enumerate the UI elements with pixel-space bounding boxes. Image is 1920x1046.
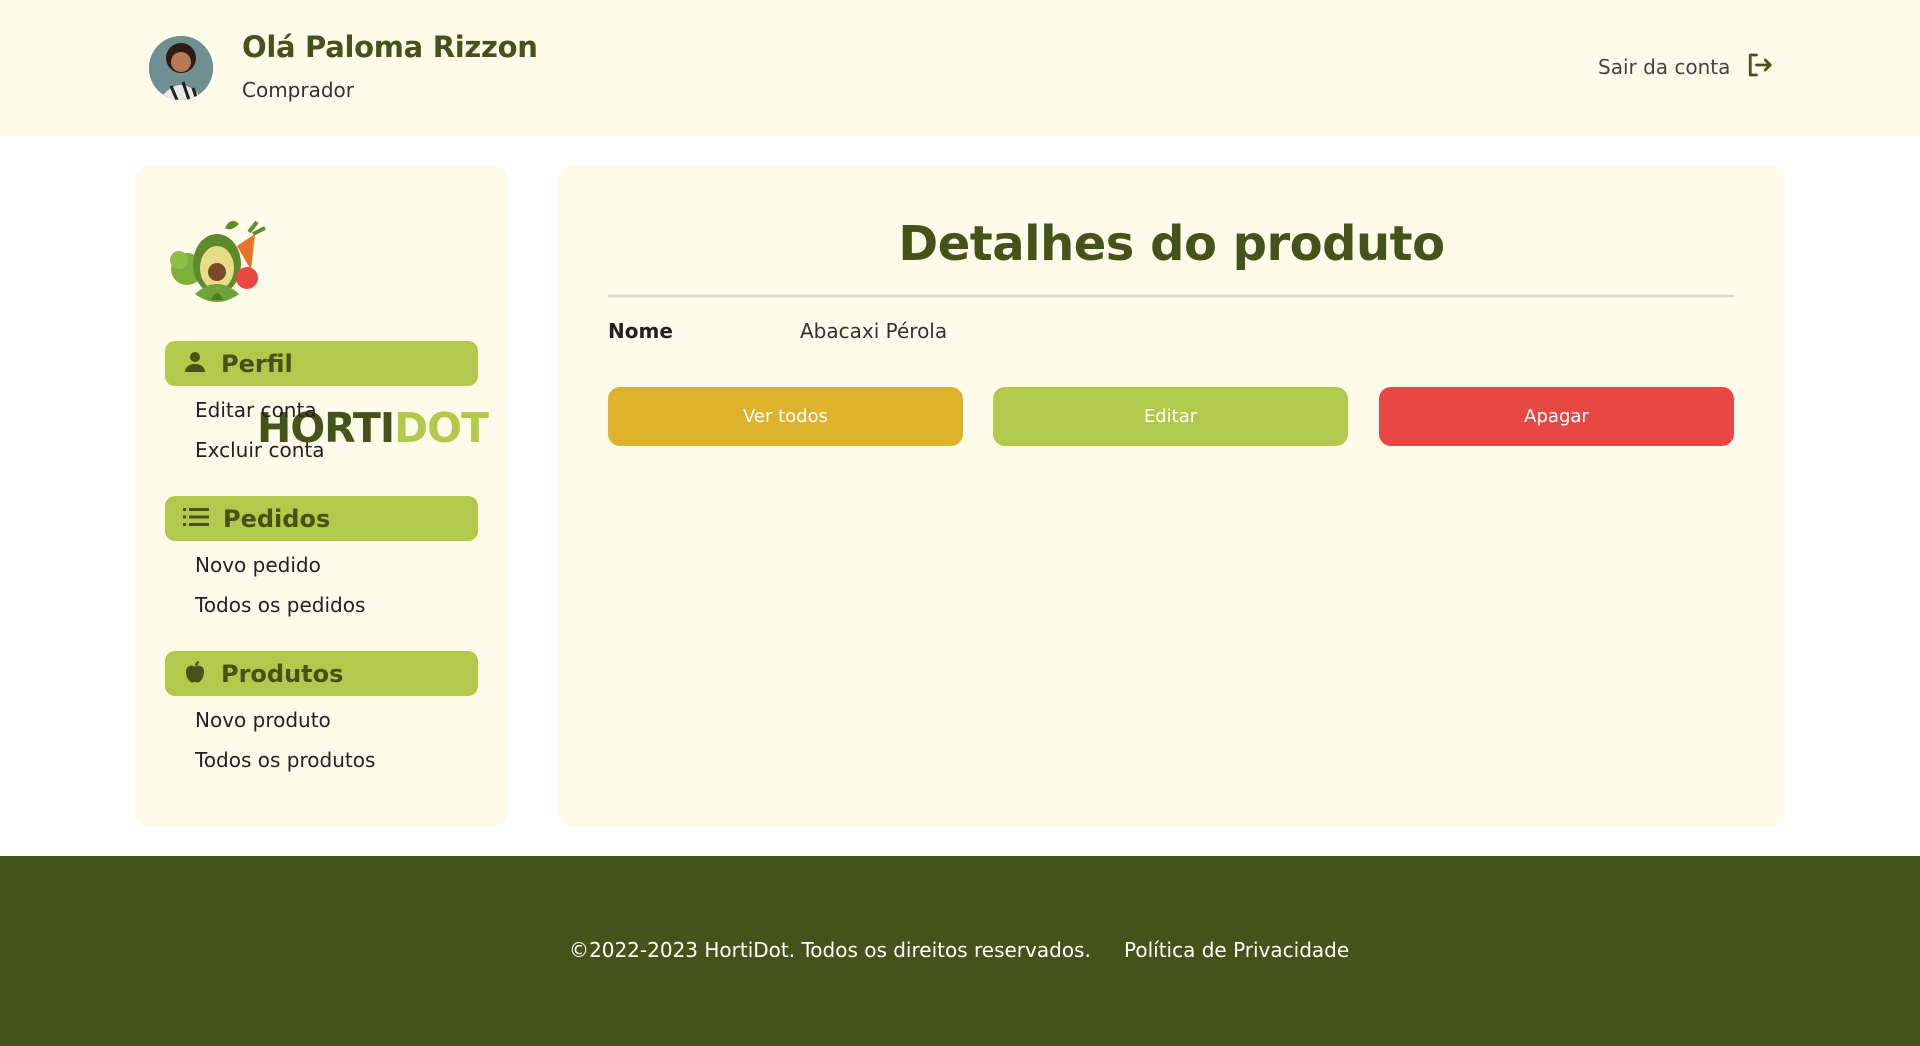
apple-icon bbox=[183, 660, 207, 688]
edit-button[interactable]: Editar bbox=[993, 387, 1348, 446]
sidebar-section-pedidos[interactable]: Pedidos bbox=[165, 496, 478, 541]
footer: ©2022-2023 HortiDot. Todos os direitos r… bbox=[0, 856, 1920, 1046]
user-role: Comprador bbox=[242, 78, 355, 102]
page-title: Detalhes do produto bbox=[898, 216, 1445, 272]
view-all-button[interactable]: Ver todos bbox=[608, 387, 963, 446]
field-value-nome: Abacaxi Pérola bbox=[800, 319, 948, 343]
hortidot-logo[interactable] bbox=[165, 214, 495, 314]
sidebar-link-todos-produtos[interactable]: Todos os produtos bbox=[195, 748, 375, 772]
logout-label: Sair da conta bbox=[1598, 55, 1731, 79]
top-header: Olá Paloma Rizzon Comprador Sair da cont… bbox=[0, 0, 1920, 136]
list-icon bbox=[183, 506, 209, 532]
divider bbox=[608, 295, 1735, 297]
privacy-policy-link[interactable]: Política de Privacidade bbox=[1124, 938, 1349, 962]
logout-button[interactable]: Sair da conta bbox=[1598, 50, 1774, 84]
sidebar-link-todos-pedidos[interactable]: Todos os pedidos bbox=[195, 593, 365, 617]
product-details-card: Detalhes do produto Nome Abacaxi Pérola … bbox=[558, 166, 1785, 826]
vegetables-logo-icon bbox=[170, 220, 266, 302]
section-label: Pedidos bbox=[223, 504, 331, 533]
sidebar-link-excluir-conta[interactable]: Excluir conta bbox=[195, 438, 325, 462]
sidebar-link-editar-conta[interactable]: Editar conta bbox=[195, 398, 317, 422]
sidebar-link-novo-pedido[interactable]: Novo pedido bbox=[195, 553, 321, 577]
sidebar-link-novo-produto[interactable]: Novo produto bbox=[195, 708, 331, 732]
greeting-text: Olá Paloma Rizzon bbox=[242, 30, 538, 64]
sidebar: HORTIDOT Perfil Editar conta Excluir con… bbox=[135, 166, 508, 826]
section-label: Perfil bbox=[221, 349, 293, 378]
field-label-nome: Nome bbox=[608, 319, 673, 343]
avatar bbox=[149, 36, 213, 100]
sidebar-section-produtos[interactable]: Produtos bbox=[165, 651, 478, 696]
copyright-text: ©2022-2023 HortiDot. Todos os direitos r… bbox=[569, 938, 1091, 962]
logout-icon bbox=[1744, 50, 1774, 84]
person-icon bbox=[183, 350, 207, 378]
sidebar-section-perfil[interactable]: Perfil bbox=[165, 341, 478, 386]
section-label: Produtos bbox=[221, 659, 344, 688]
delete-button[interactable]: Apagar bbox=[1379, 387, 1734, 446]
